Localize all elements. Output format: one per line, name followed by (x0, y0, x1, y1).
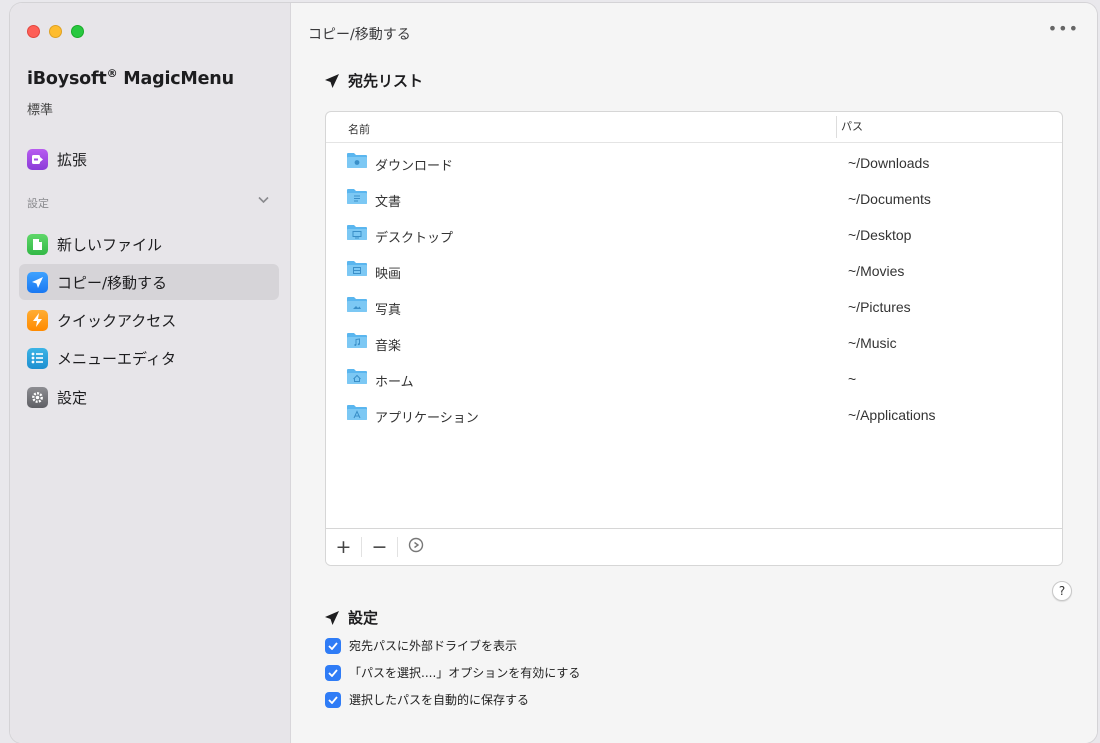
table-body: ダウンロード ~/Downloads 文書 ~/Documents デスクトップ… (326, 145, 1062, 433)
row-path: ~/Music (848, 335, 897, 351)
sidebar-item-label: 設定 (57, 388, 88, 407)
documents-folder-icon (347, 189, 367, 204)
registered-mark: ® (106, 67, 118, 80)
applications-folder-icon (347, 405, 367, 420)
sidebar-item-label: コピー/移動する (57, 273, 168, 292)
home-folder-icon (347, 369, 367, 384)
window-controls (27, 25, 84, 38)
row-name: 音楽 (375, 339, 402, 354)
row-path: ~/Movies (848, 263, 905, 279)
option-label: 選択したパスを自動的に保存する (349, 693, 530, 707)
sidebar-item-label: 拡張 (57, 150, 88, 169)
movies-folder-icon (347, 261, 367, 276)
table-toolbar: + − (326, 528, 1062, 565)
destinations-heading: 宛先リスト (324, 70, 423, 91)
checkbox[interactable] (325, 637, 341, 654)
remove-destination-button[interactable]: − (362, 537, 398, 557)
settings-group-label: 設定 (27, 197, 49, 210)
option-label: 「パスを選択....」オプションを有効にする (349, 666, 581, 680)
downloads-folder-icon (347, 153, 367, 168)
send-icon (27, 271, 48, 293)
pictures-folder-icon (347, 297, 367, 312)
app-edition: 標準 (27, 103, 54, 118)
row-path: ~/Documents (848, 191, 931, 207)
checkbox[interactable] (325, 691, 341, 708)
zoom-window-button[interactable] (71, 25, 84, 38)
help-button[interactable]: ? (1052, 581, 1072, 601)
app-name-suffix: MagicMenu (117, 68, 234, 89)
row-name: アプリケーション (375, 411, 479, 426)
destinations-heading-label: 宛先リスト (348, 72, 424, 90)
column-header-path[interactable]: パス (836, 116, 863, 138)
row-path: ~/Applications (848, 407, 936, 423)
destinations-table: 名前 パス ダウンロード ~/Downloads 文書 ~/Documents … (325, 111, 1063, 566)
page-title: コピー/移動する (308, 27, 411, 43)
sidebar-item-label: クイックアクセス (57, 311, 177, 330)
sidebar-item-quick-access[interactable]: クイックアクセス (19, 302, 279, 338)
checkbox[interactable] (325, 664, 341, 681)
row-path: ~/Desktop (848, 227, 912, 243)
option-show-external-drives[interactable]: 宛先パスに外部ドライブを表示 (325, 637, 517, 654)
option-label: 宛先パスに外部ドライブを表示 (349, 639, 518, 653)
new-file-icon (27, 233, 48, 255)
option-auto-save-path[interactable]: 選択したパスを自動的に保存する (325, 691, 529, 708)
column-header-name[interactable]: 名前 (348, 121, 370, 137)
table-row[interactable]: 写真 ~/Pictures (326, 289, 1062, 325)
table-row[interactable]: 音楽 ~/Music (326, 325, 1062, 361)
sidebar-item-label: 新しいファイル (57, 235, 163, 254)
settings-heading: 設定 (324, 607, 378, 628)
sidebar-item-new-file[interactable]: 新しいファイル (19, 226, 279, 262)
sidebar: iBoysoft® MagicMenu 標準 拡張 設定 新しいファイル コピー… (10, 3, 291, 743)
table-header: 名前 パス (326, 112, 1062, 143)
table-row[interactable]: アプリケーション ~/Applications (326, 397, 1062, 433)
row-name: 映画 (375, 267, 402, 282)
more-options-button[interactable]: ••• (1048, 19, 1079, 38)
row-path: ~/Pictures (848, 299, 911, 315)
minimize-window-button[interactable] (49, 25, 62, 38)
table-row[interactable]: ホーム ~ (326, 361, 1062, 397)
row-name: デスクトップ (375, 231, 454, 246)
app-title: iBoysoft® MagicMenu (27, 67, 234, 89)
app-name: iBoysoft (27, 68, 107, 89)
row-path: ~/Downloads (848, 155, 930, 171)
row-name: ホーム (375, 375, 414, 390)
table-row[interactable]: ダウンロード ~/Downloads (326, 145, 1062, 181)
sidebar-item-copy-move[interactable]: コピー/移動する (19, 264, 279, 300)
row-name: 写真 (375, 303, 402, 318)
extension-icon (27, 148, 48, 170)
table-row[interactable]: デスクトップ ~/Desktop (326, 217, 1062, 253)
lightning-icon (27, 309, 48, 331)
settings-heading-label: 設定 (348, 609, 379, 627)
main-content: コピー/移動する ••• 宛先リスト 名前 パス ダウンロード ~/Downlo… (292, 3, 1097, 743)
sidebar-item-settings[interactable]: 設定 (19, 379, 279, 415)
send-icon (325, 73, 339, 88)
row-name: 文書 (375, 195, 402, 210)
sidebar-item-extensions[interactable]: 拡張 (19, 141, 279, 177)
destination-options-button[interactable] (398, 537, 434, 558)
music-folder-icon (347, 333, 367, 348)
close-window-button[interactable] (27, 25, 40, 38)
table-row[interactable]: 文書 ~/Documents (326, 181, 1062, 217)
list-icon (27, 347, 48, 369)
row-path: ~ (848, 371, 857, 387)
chevron-down-icon[interactable] (258, 193, 269, 207)
row-name: ダウンロード (375, 159, 454, 174)
send-icon (325, 610, 339, 625)
gear-icon (27, 386, 48, 408)
sidebar-item-label: メニューエディタ (57, 349, 176, 368)
sidebar-item-menu-editor[interactable]: メニューエディタ (19, 340, 279, 376)
add-destination-button[interactable]: + (326, 537, 362, 557)
table-row[interactable]: 映画 ~/Movies (326, 253, 1062, 289)
option-enable-select-path[interactable]: 「パスを選択....」オプションを有効にする (325, 664, 580, 681)
desktop-folder-icon (347, 225, 367, 240)
app-window: iBoysoft® MagicMenu 標準 拡張 設定 新しいファイル コピー… (10, 3, 1097, 743)
options-circle-icon (408, 537, 424, 552)
